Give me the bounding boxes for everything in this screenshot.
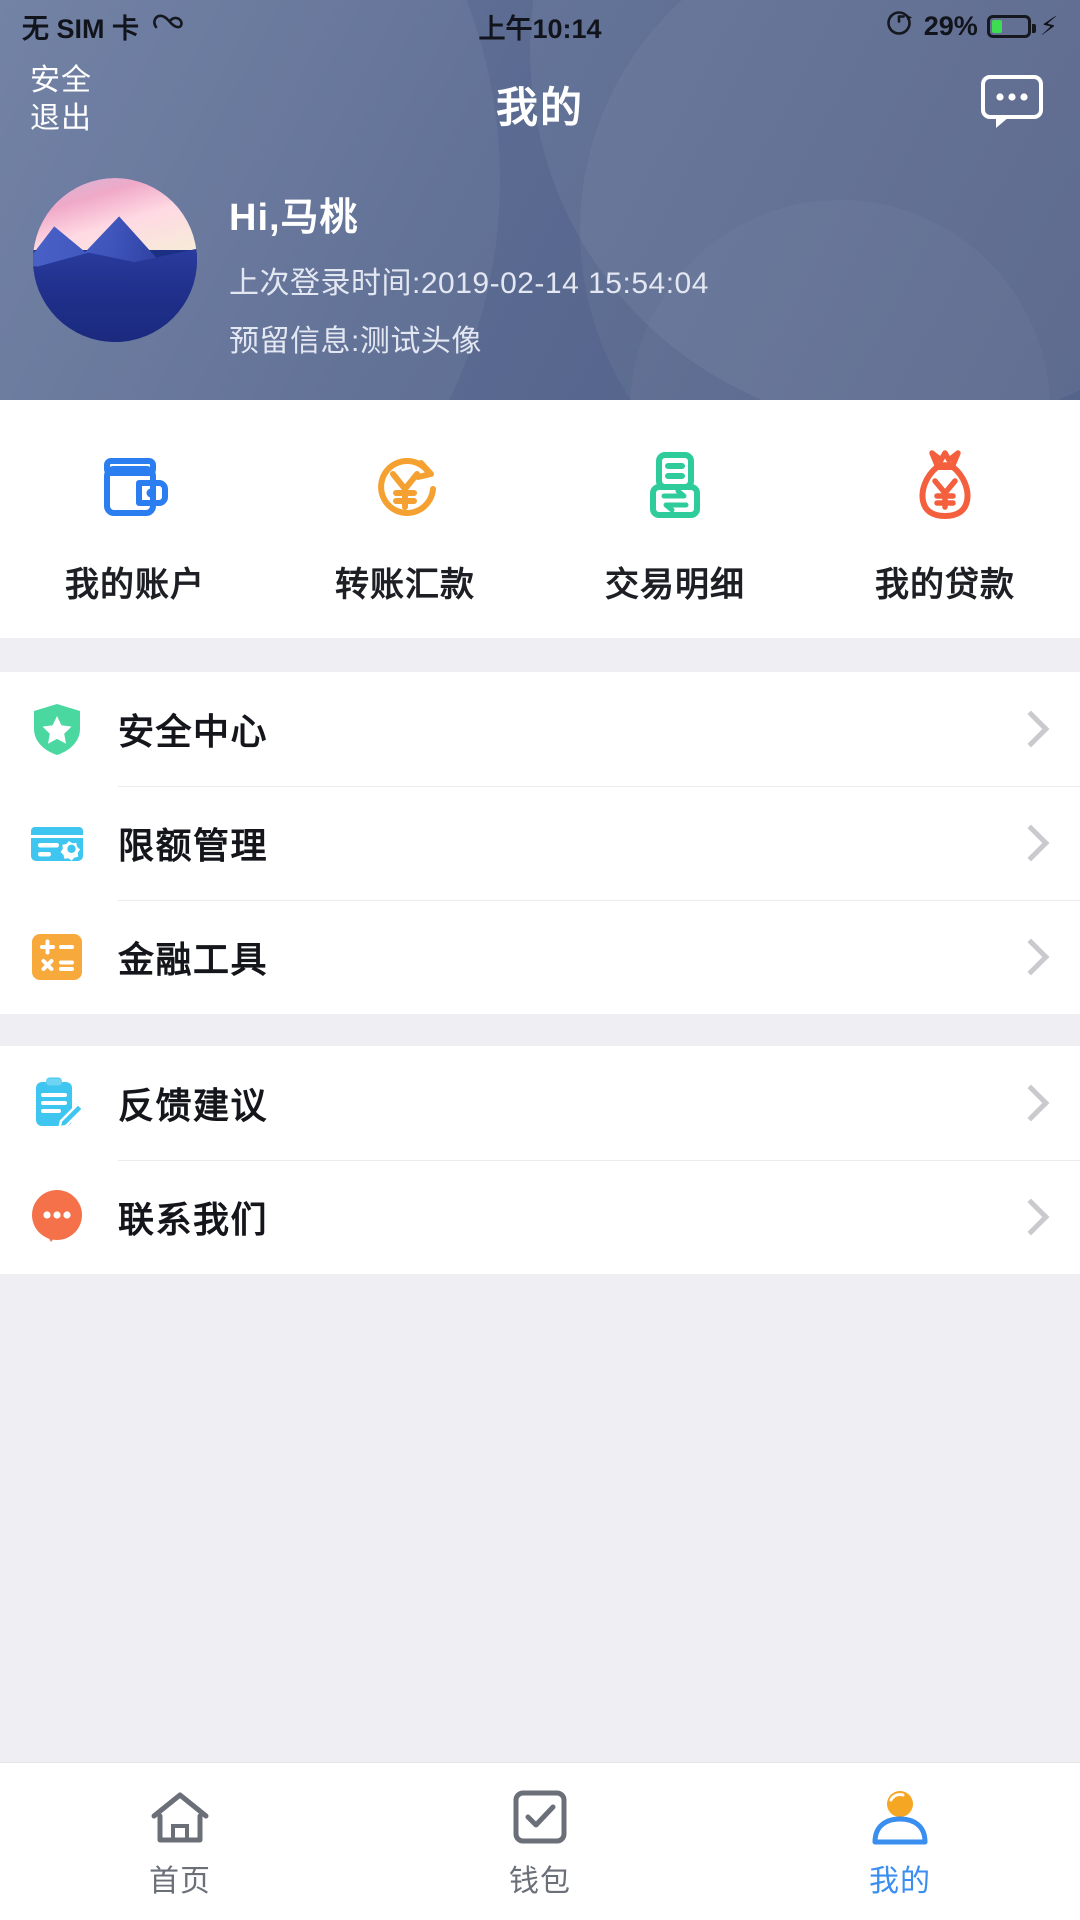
- carrier-label: 无 SIM 卡: [22, 13, 140, 44]
- quick-action-my-account[interactable]: 我的账户: [0, 400, 270, 638]
- tab-label: 我的: [869, 1864, 931, 1898]
- quick-action-label: 转账汇款: [335, 565, 475, 604]
- wallet-icon: [89, 439, 181, 531]
- tab-label: 钱包: [509, 1864, 571, 1898]
- status-bar: 无 SIM 卡 上午10:14 29% ⚡: [0, 0, 1080, 52]
- battery-percent: 29%: [923, 10, 978, 41]
- loop-icon: [150, 8, 184, 45]
- reserved-info: 预留信息:测试头像: [229, 325, 482, 358]
- tab-profile[interactable]: 我的: [720, 1763, 1080, 1920]
- transaction-list-icon: [629, 439, 721, 531]
- page-title: 我的: [495, 84, 584, 131]
- quick-action-transfer[interactable]: 转账汇款: [270, 400, 540, 638]
- bottom-tab-bar: 首页 钱包 我的: [0, 1762, 1080, 1920]
- empty-content-area: [0, 1274, 1080, 1762]
- menu-item-label: 限额管理: [118, 825, 269, 866]
- quick-action-label: 我的账户: [65, 565, 205, 604]
- chevron-right-icon: [1012, 710, 1050, 748]
- battery-icon: [986, 14, 1036, 38]
- quick-action-label: 交易明细: [605, 565, 745, 604]
- section-divider: [0, 638, 1080, 672]
- menu-item-label: 反馈建议: [118, 1085, 269, 1126]
- status-bar-left: 无 SIM 卡: [22, 7, 184, 46]
- profile-info: Hi,马桃 上次登录时间:2019-02-14 15:54:04 预留信息:测试…: [197, 178, 709, 360]
- quick-action-my-loan[interactable]: 我的贷款: [810, 400, 1080, 638]
- tab-label: 首页: [149, 1864, 211, 1898]
- profile-section: Hi,马桃 上次登录时间:2019-02-14 15:54:04 预留信息:测试…: [0, 178, 1080, 360]
- last-login-time: 上次登录时间:2019-02-14 15:54:04: [229, 267, 709, 300]
- chevron-right-icon: [1012, 938, 1050, 976]
- message-bubble-icon[interactable]: [980, 74, 1044, 130]
- menu-item-label: 安全中心: [118, 711, 269, 752]
- menu-item-security-center[interactable]: 安全中心: [0, 672, 1080, 786]
- menu-item-contact-us[interactable]: 联系我们: [0, 1160, 1080, 1274]
- clipboard-pencil-icon: [28, 1074, 86, 1132]
- user-greeting: Hi,马桃: [229, 197, 359, 239]
- avatar[interactable]: [33, 178, 197, 342]
- chevron-right-icon: [1012, 1084, 1050, 1122]
- navigation-bar: 安全 退出 我的: [0, 52, 1080, 162]
- tab-wallet[interactable]: 钱包: [360, 1763, 720, 1920]
- quick-action-transactions[interactable]: 交易明细: [540, 400, 810, 638]
- wallet-check-icon: [511, 1784, 569, 1846]
- chat-circle-icon: [28, 1188, 86, 1246]
- home-icon: [149, 1784, 211, 1846]
- menu-item-label: 金融工具: [118, 939, 269, 980]
- status-bar-right: 29% ⚡: [885, 8, 1058, 45]
- tab-home[interactable]: 首页: [0, 1763, 360, 1920]
- menu-item-label: 联系我们: [118, 1199, 269, 1240]
- quick-actions-bar: 我的账户 转账汇款 交易明细 我的贷款: [0, 400, 1080, 638]
- menu-item-feedback[interactable]: 反馈建议: [0, 1046, 1080, 1160]
- chevron-right-icon: [1012, 1198, 1050, 1236]
- menu-group-settings: 安全中心 限额管理 金融工具: [0, 672, 1080, 1014]
- menu-item-limit-management[interactable]: 限额管理: [0, 786, 1080, 900]
- transfer-yuan-icon: [359, 439, 451, 531]
- shield-star-icon: [28, 700, 86, 758]
- menu-item-financial-tools[interactable]: 金融工具: [0, 900, 1080, 1014]
- user-icon: [869, 1784, 931, 1846]
- lightning-bolt-icon: ⚡: [1039, 11, 1058, 41]
- menu-group-support: 反馈建议 联系我们: [0, 1046, 1080, 1274]
- card-gear-icon: [28, 814, 86, 872]
- money-bag-icon: [899, 439, 991, 531]
- quick-action-label: 我的贷款: [875, 565, 1015, 604]
- chevron-right-icon: [1012, 824, 1050, 862]
- rotation-lock-icon: [885, 8, 915, 45]
- calculator-icon: [28, 928, 86, 986]
- section-divider: [0, 1014, 1080, 1046]
